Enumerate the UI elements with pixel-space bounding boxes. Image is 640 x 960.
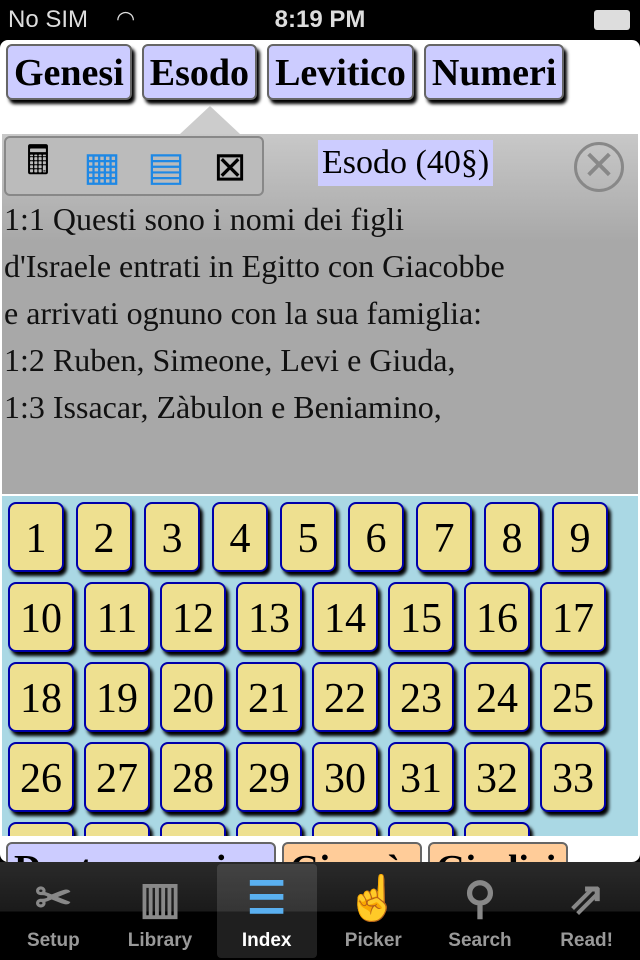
- chapter-button[interactable]: 27: [84, 742, 150, 812]
- chapter-row: 123456789: [8, 502, 620, 572]
- chapter-button[interactable]: 26: [8, 742, 74, 812]
- search-icon: ⚲: [463, 874, 497, 923]
- tab-label: Picker: [344, 930, 402, 951]
- chapter-button[interactable]: 24: [464, 662, 530, 732]
- chapter-button[interactable]: 3: [144, 502, 200, 572]
- chapter-button[interactable]: 20: [160, 662, 226, 732]
- tab-read[interactable]: ⇗ Read!: [537, 864, 637, 958]
- library-icon: ▥: [139, 874, 181, 923]
- chapter-button[interactable]: 19: [84, 662, 150, 732]
- chapter-button[interactable]: 1: [8, 502, 64, 572]
- book-tab-esodo[interactable]: Esodo: [141, 44, 258, 100]
- chapter-button[interactable]: 9: [552, 502, 608, 572]
- chapter-button[interactable]: 38: [312, 822, 378, 836]
- main-content: Genesi Esodo Levitico Numeri 🖩 ▦ ▤ ⊠ Eso…: [0, 40, 640, 862]
- verse-line: e arrivati ognuno con la sua famiglia:: [4, 295, 483, 331]
- chapter-button[interactable]: 18: [8, 662, 74, 732]
- tab-label: Read!: [560, 930, 613, 951]
- book-tab-numeri[interactable]: Numeri: [423, 44, 565, 100]
- tab-label: Search: [448, 930, 512, 951]
- chapter-button[interactable]: 28: [160, 742, 226, 812]
- chapter-button[interactable]: 16: [464, 582, 530, 652]
- chapter-button[interactable]: 32: [464, 742, 530, 812]
- chapter-row: 34 35 36 37 38 39 40: [8, 822, 540, 836]
- tools-icon: ✂: [34, 874, 72, 923]
- book-tab-levitico[interactable]: Levitico: [267, 44, 414, 100]
- chapter-button[interactable]: 35: [84, 822, 150, 836]
- hand-pointer-icon: ☝: [345, 874, 401, 923]
- chapter-row: 18 19 20 21 22 23 24 25: [8, 662, 616, 732]
- tab-label: Index: [241, 930, 292, 951]
- chapter-button[interactable]: 14: [312, 582, 378, 652]
- chapter-button[interactable]: 5: [280, 502, 336, 572]
- view-toolbar: 🖩 ▦ ▤ ⊠: [4, 136, 264, 196]
- comment-icon[interactable]: ▤: [134, 138, 198, 194]
- chapter-button[interactable]: 13: [236, 582, 302, 652]
- tab-library[interactable]: ▥ Library: [110, 864, 210, 958]
- status-bar: No SIM ◠ 8:19 PM: [0, 0, 640, 40]
- tab-index[interactable]: ☰ Index: [216, 864, 317, 958]
- battery-icon: [594, 10, 630, 30]
- chapter-button[interactable]: 40: [464, 822, 530, 836]
- verse-line: d'Israele entrati in Egitto con Giacobbe: [4, 248, 505, 284]
- tab-setup[interactable]: ✂ Setup: [3, 864, 103, 958]
- book-tab-genesi[interactable]: Genesi: [6, 44, 132, 100]
- chapter-button[interactable]: 6: [348, 502, 404, 572]
- calculator-icon[interactable]: 🖩: [6, 138, 70, 194]
- book-tabs: Genesi Esodo Levitico Numeri: [6, 44, 565, 100]
- tab-picker[interactable]: ☝ Picker: [323, 864, 423, 958]
- verse-line: 1:1 Questi sono i nomi dei figli: [4, 201, 404, 237]
- chapter-row: 26 27 28 29 30 31 32 33: [8, 742, 616, 812]
- chapter-button[interactable]: 7: [416, 502, 472, 572]
- book-tab-giudici[interactable]: Giudici: [428, 842, 568, 862]
- chapter-button[interactable]: 2: [76, 502, 132, 572]
- chapter-button[interactable]: 30: [312, 742, 378, 812]
- chapter-button[interactable]: 15: [388, 582, 454, 652]
- tab-label: Library: [127, 930, 193, 951]
- chapter-button[interactable]: 39: [388, 822, 454, 836]
- chapter-button[interactable]: 31: [388, 742, 454, 812]
- tab-search[interactable]: ⚲ Search: [430, 864, 530, 958]
- chapter-button[interactable]: 22: [312, 662, 378, 732]
- verse-line: 1:2 Ruben, Simeone, Levi e Giuda,: [4, 342, 456, 378]
- chapter-button[interactable]: 34: [8, 822, 74, 836]
- chapter-button[interactable]: 36: [160, 822, 226, 836]
- grid-icon[interactable]: ▦: [70, 138, 134, 194]
- clock: 8:19 PM: [274, 6, 366, 33]
- chapter-button[interactable]: 11: [84, 582, 150, 652]
- chapter-button[interactable]: 37: [236, 822, 302, 836]
- book-tab-giosue[interactable]: Giosuè: [282, 842, 422, 862]
- tab-bar: ✂ Setup ▥ Library ☰ Index ☝ Picker ⚲ Search ⇗…: [0, 862, 640, 960]
- chapter-button[interactable]: 33: [540, 742, 606, 812]
- next-book-tabs: Deuteronomio Giosuè Giudici: [6, 842, 568, 862]
- popover-arrow: [180, 106, 240, 134]
- chapter-button[interactable]: 29: [236, 742, 302, 812]
- chapter-grid: 1 2 3 4 5 6 7 8 9 10 11 12 13 14 15 16 17 18 19 20 21 22 23 24 2…: [2, 496, 638, 836]
- chapter-button[interactable]: 12: [160, 582, 226, 652]
- clear-notes-icon[interactable]: ⊠: [198, 138, 262, 194]
- share-icon: ⇗: [568, 874, 606, 923]
- book-tab-deuteronomio[interactable]: Deuteronomio: [6, 842, 276, 862]
- verse-preview: 1:1 Questi sono i nomi dei figli d'Israe…: [4, 196, 638, 431]
- verse-line: 1:3 Issacar, Zàbulon e Beniamino,: [4, 389, 442, 425]
- chapter-button[interactable]: 21: [236, 662, 302, 732]
- chapter-row: 10 11 12 13 14 15 16 17: [8, 582, 616, 652]
- popover-title: Esodo (40§): [318, 140, 494, 186]
- close-icon[interactable]: ✕: [574, 142, 624, 192]
- index-icon: ☰: [246, 874, 287, 923]
- chapter-button[interactable]: 25: [540, 662, 606, 732]
- tab-label: Setup: [26, 930, 80, 951]
- chapter-button[interactable]: 4: [212, 502, 268, 572]
- chapter-button[interactable]: 10: [8, 582, 74, 652]
- book-popover: 🖩 ▦ ▤ ⊠ Esodo (40§) ✕ 1:1 Questi sono i …: [2, 134, 638, 494]
- chapter-button[interactable]: 8: [484, 502, 540, 572]
- chapter-button[interactable]: 23: [388, 662, 454, 732]
- chapter-button[interactable]: 17: [540, 582, 606, 652]
